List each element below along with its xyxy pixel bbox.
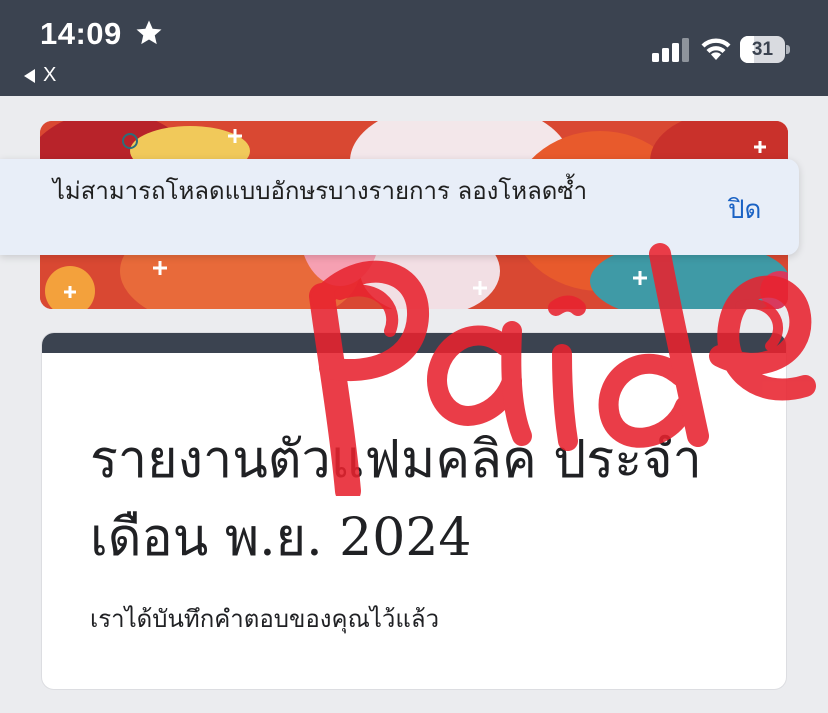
card-accent-bar xyxy=(42,333,786,353)
cellular-signal-icon xyxy=(652,38,689,62)
battery-cap xyxy=(786,45,790,54)
form-response-card: รายงานตัวแฟมคลิค ประจำเดือน พ.ย. 2024 เร… xyxy=(42,333,786,689)
status-bar: 14:09 X 31 xyxy=(0,0,828,96)
back-app-label: X xyxy=(43,64,57,86)
toast-close-button[interactable]: ปิด xyxy=(728,189,761,230)
wifi-icon xyxy=(701,38,731,60)
toast-message: ไม่สามารถโหลดแบบอักษรบางรายการ ลองโหลดซ้… xyxy=(52,177,588,205)
back-arrow-icon xyxy=(24,68,35,83)
back-to-app-button[interactable]: X xyxy=(24,64,56,87)
response-recorded-message: เราได้บันทึกคำตอบของคุณไว้แล้ว xyxy=(90,605,440,633)
font-load-error-toast: ไม่สามารถโหลดแบบอักษรบางรายการ ลองโหลดซ้… xyxy=(0,159,799,255)
star-icon xyxy=(136,20,162,45)
form-title: รายงานตัวแฟมคลิค ประจำเดือน พ.ย. 2024 xyxy=(90,430,702,568)
battery-icon: 31 xyxy=(740,36,790,63)
status-time: 14:09 xyxy=(40,16,122,51)
battery-percent: 31 xyxy=(751,39,774,60)
